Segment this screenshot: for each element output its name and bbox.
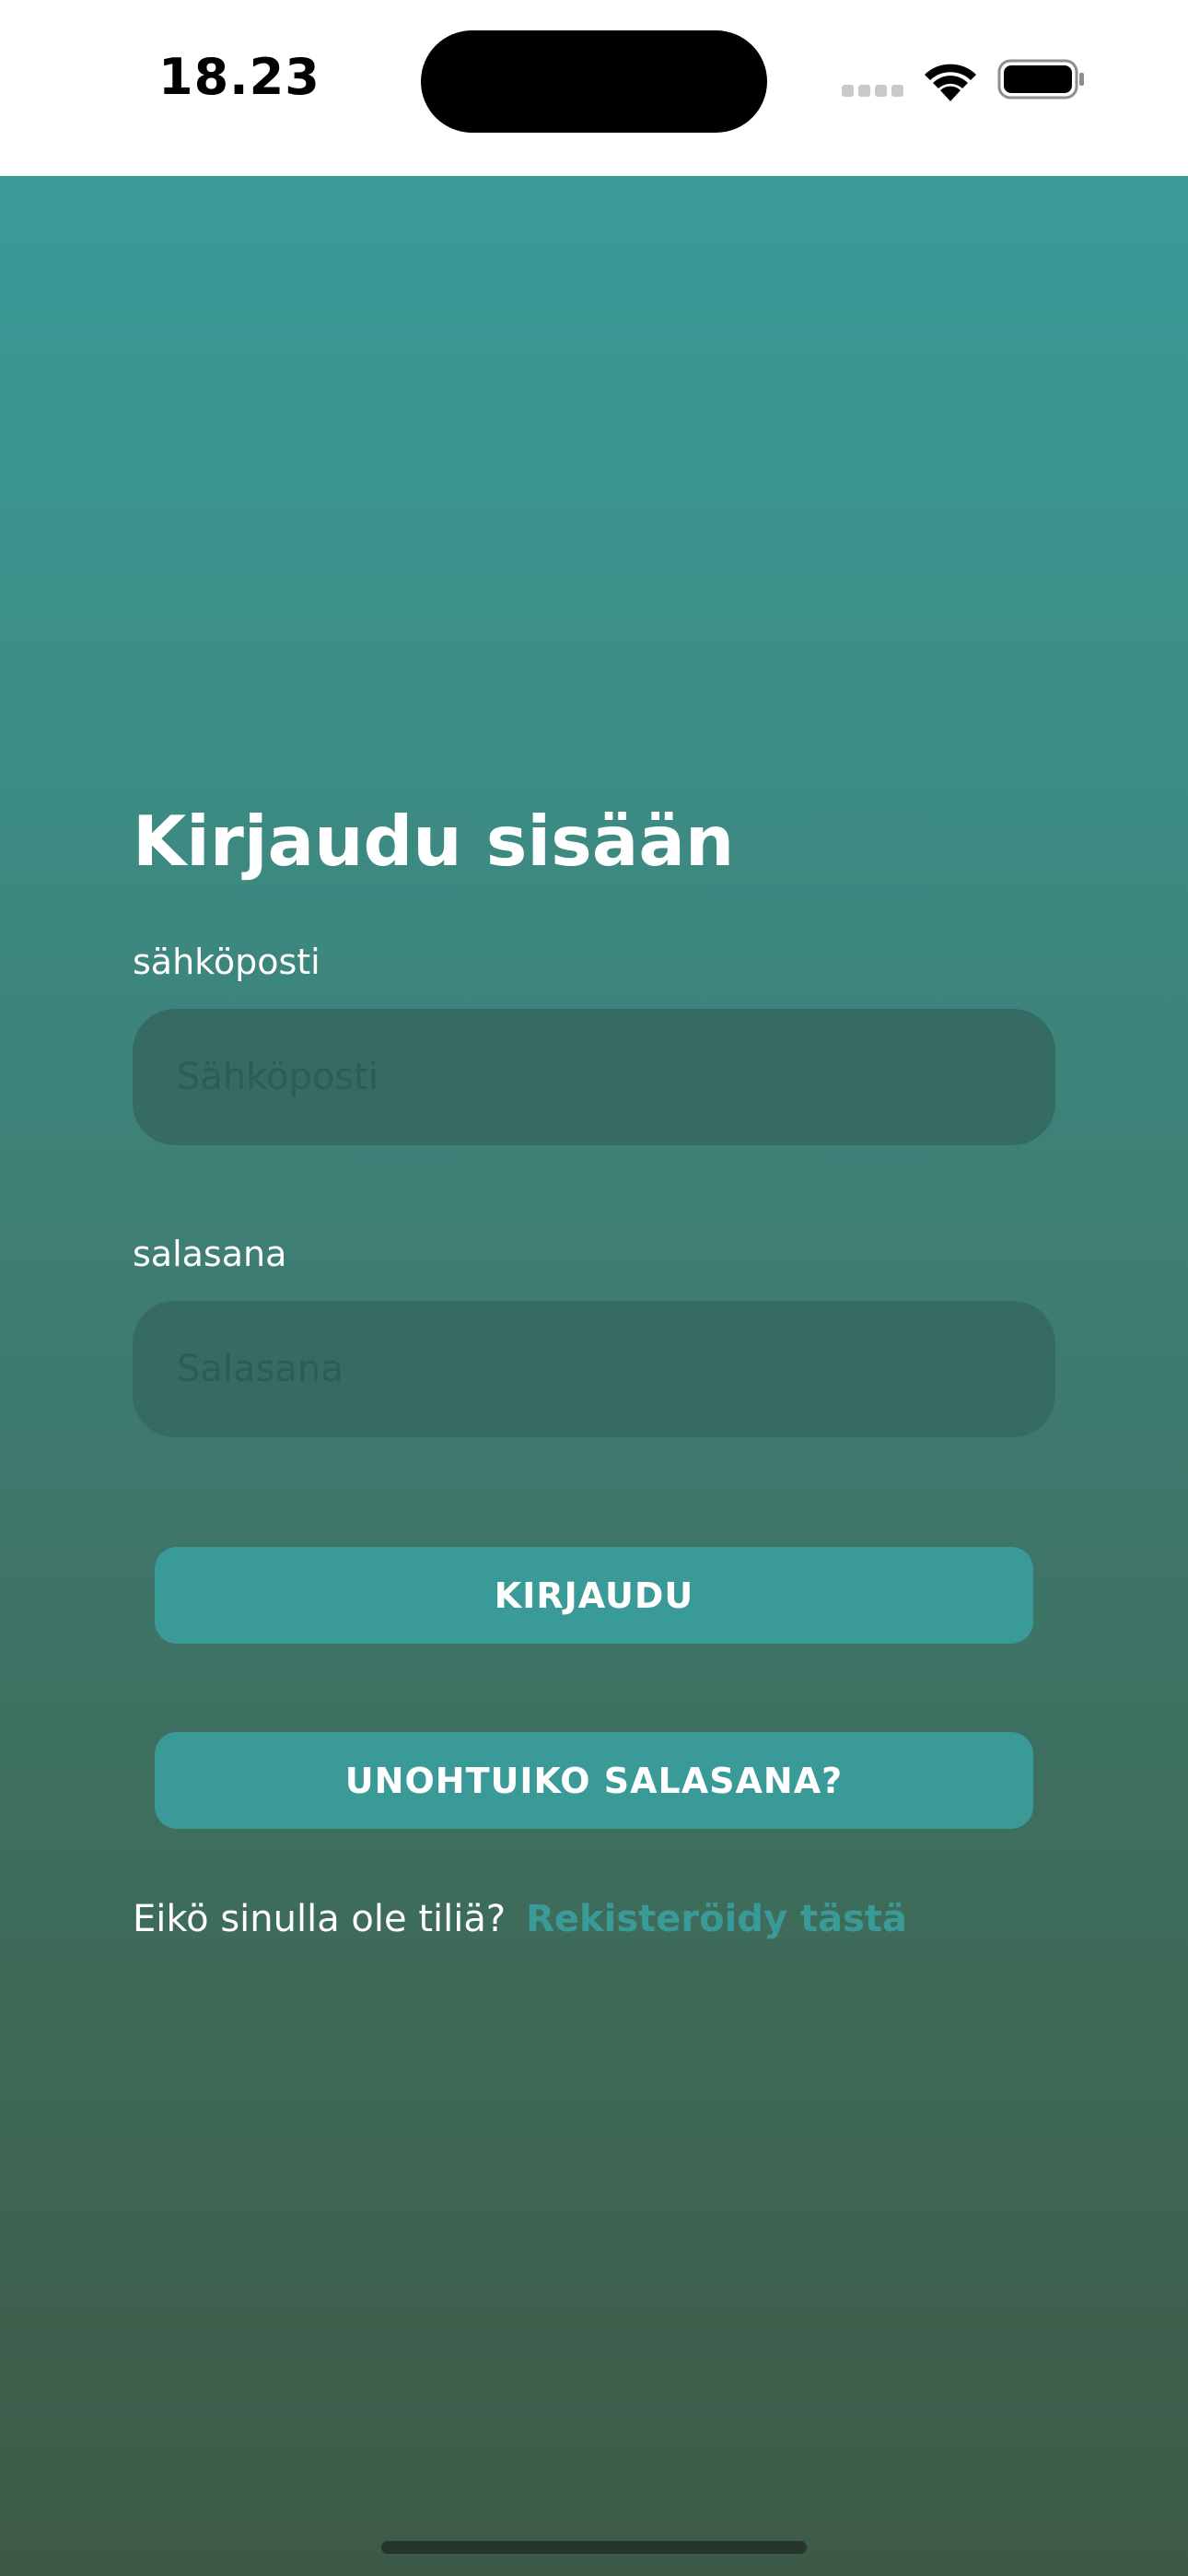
status-time: 18.23 xyxy=(158,48,320,106)
register-row: Eikö sinulla ole tiliä? Rekisteröidy täst… xyxy=(133,1898,907,1940)
email-label: sähköposti xyxy=(133,942,320,982)
password-label: salasana xyxy=(133,1234,287,1274)
register-prompt: Eikö sinulla ole tiliä? xyxy=(133,1898,507,1940)
register-link[interactable]: Rekisteröidy tästä xyxy=(526,1898,907,1940)
status-bar: 18.23 xyxy=(0,0,1188,176)
wifi-icon xyxy=(925,64,976,101)
email-field[interactable] xyxy=(133,1009,1055,1145)
cellular-signal-icon xyxy=(842,85,904,98)
battery-icon xyxy=(997,59,1084,100)
home-indicator[interactable] xyxy=(381,2541,807,2554)
password-field[interactable] xyxy=(133,1301,1055,1437)
forgot-password-button[interactable]: UNOHTUIKO SALASANA? xyxy=(155,1732,1033,1829)
dynamic-island xyxy=(421,30,767,133)
page-title: Kirjaudu sisään xyxy=(133,801,735,882)
login-button[interactable]: KIRJAUDU xyxy=(155,1547,1033,1644)
